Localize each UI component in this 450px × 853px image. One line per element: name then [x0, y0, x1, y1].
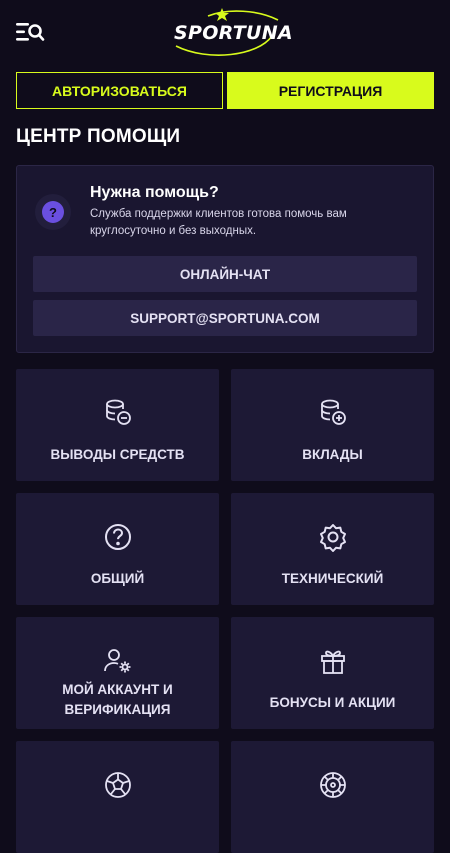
category-label: ОБЩИЙ [90, 571, 145, 586]
category-general[interactable]: ОБЩИЙ [16, 493, 219, 605]
roulette-icon [317, 769, 349, 801]
category-account-verification[interactable]: МОЙ АККАУНТ И ВЕРИФИКАЦИЯ [16, 617, 219, 729]
logo[interactable]: SPORTUNA [168, 6, 293, 58]
support-email-button[interactable]: SUPPORT@SPORTUNA.COM [33, 300, 417, 336]
menu-search-icon [16, 23, 45, 41]
auth-buttons: АВТОРИЗОВАТЬСЯ РЕГИСТРАЦИЯ [16, 72, 434, 109]
category-bonuses-promotions[interactable]: БОНУСЫ И АКЦИИ [231, 617, 434, 729]
category-deposits[interactable]: ВКЛАДЫ [231, 369, 434, 481]
category-label: БОНУСЫ И АКЦИИ [269, 695, 396, 710]
question-icon: ? [42, 201, 64, 223]
help-card: ? Нужна помощь? Служба поддержки клиенто… [16, 165, 434, 353]
help-icon-wrap: ? [35, 194, 71, 230]
soccer-ball-icon [102, 769, 134, 801]
question-circle-icon [102, 521, 134, 553]
gift-icon [317, 645, 349, 677]
online-chat-button[interactable]: ОНЛАЙН-ЧАТ [33, 256, 417, 292]
category-sports[interactable] [16, 741, 219, 853]
logo-text: SPORTUNA [174, 22, 293, 44]
category-withdrawals[interactable]: ВЫВОДЫ СРЕДСТВ [16, 369, 219, 481]
gear-icon [317, 521, 349, 553]
category-technical[interactable]: ТЕХНИЧЕСКИЙ [231, 493, 434, 605]
coins-minus-icon [102, 397, 134, 429]
header: SPORTUNA [0, 0, 450, 66]
page-title: ЦЕНТР ПОМОЩИ [16, 126, 181, 147]
help-description: Служба поддержки клиентов готова помочь … [90, 208, 347, 237]
category-casino[interactable] [231, 741, 434, 853]
login-button[interactable]: АВТОРИЗОВАТЬСЯ [16, 72, 223, 109]
help-title: Нужна помощь? [90, 184, 219, 201]
category-label: ВКЛАДЫ [302, 447, 363, 462]
category-label: ВЫВОДЫ СРЕДСТВ [50, 447, 185, 462]
category-label: МОЙ АККАУНТ И ВЕРИФИКАЦИЯ [62, 682, 173, 717]
category-label: ТЕХНИЧЕСКИЙ [281, 571, 384, 586]
coins-plus-icon [317, 397, 349, 429]
menu-button[interactable] [14, 18, 46, 46]
user-settings-icon [102, 645, 134, 677]
register-button[interactable]: РЕГИСТРАЦИЯ [227, 72, 434, 109]
